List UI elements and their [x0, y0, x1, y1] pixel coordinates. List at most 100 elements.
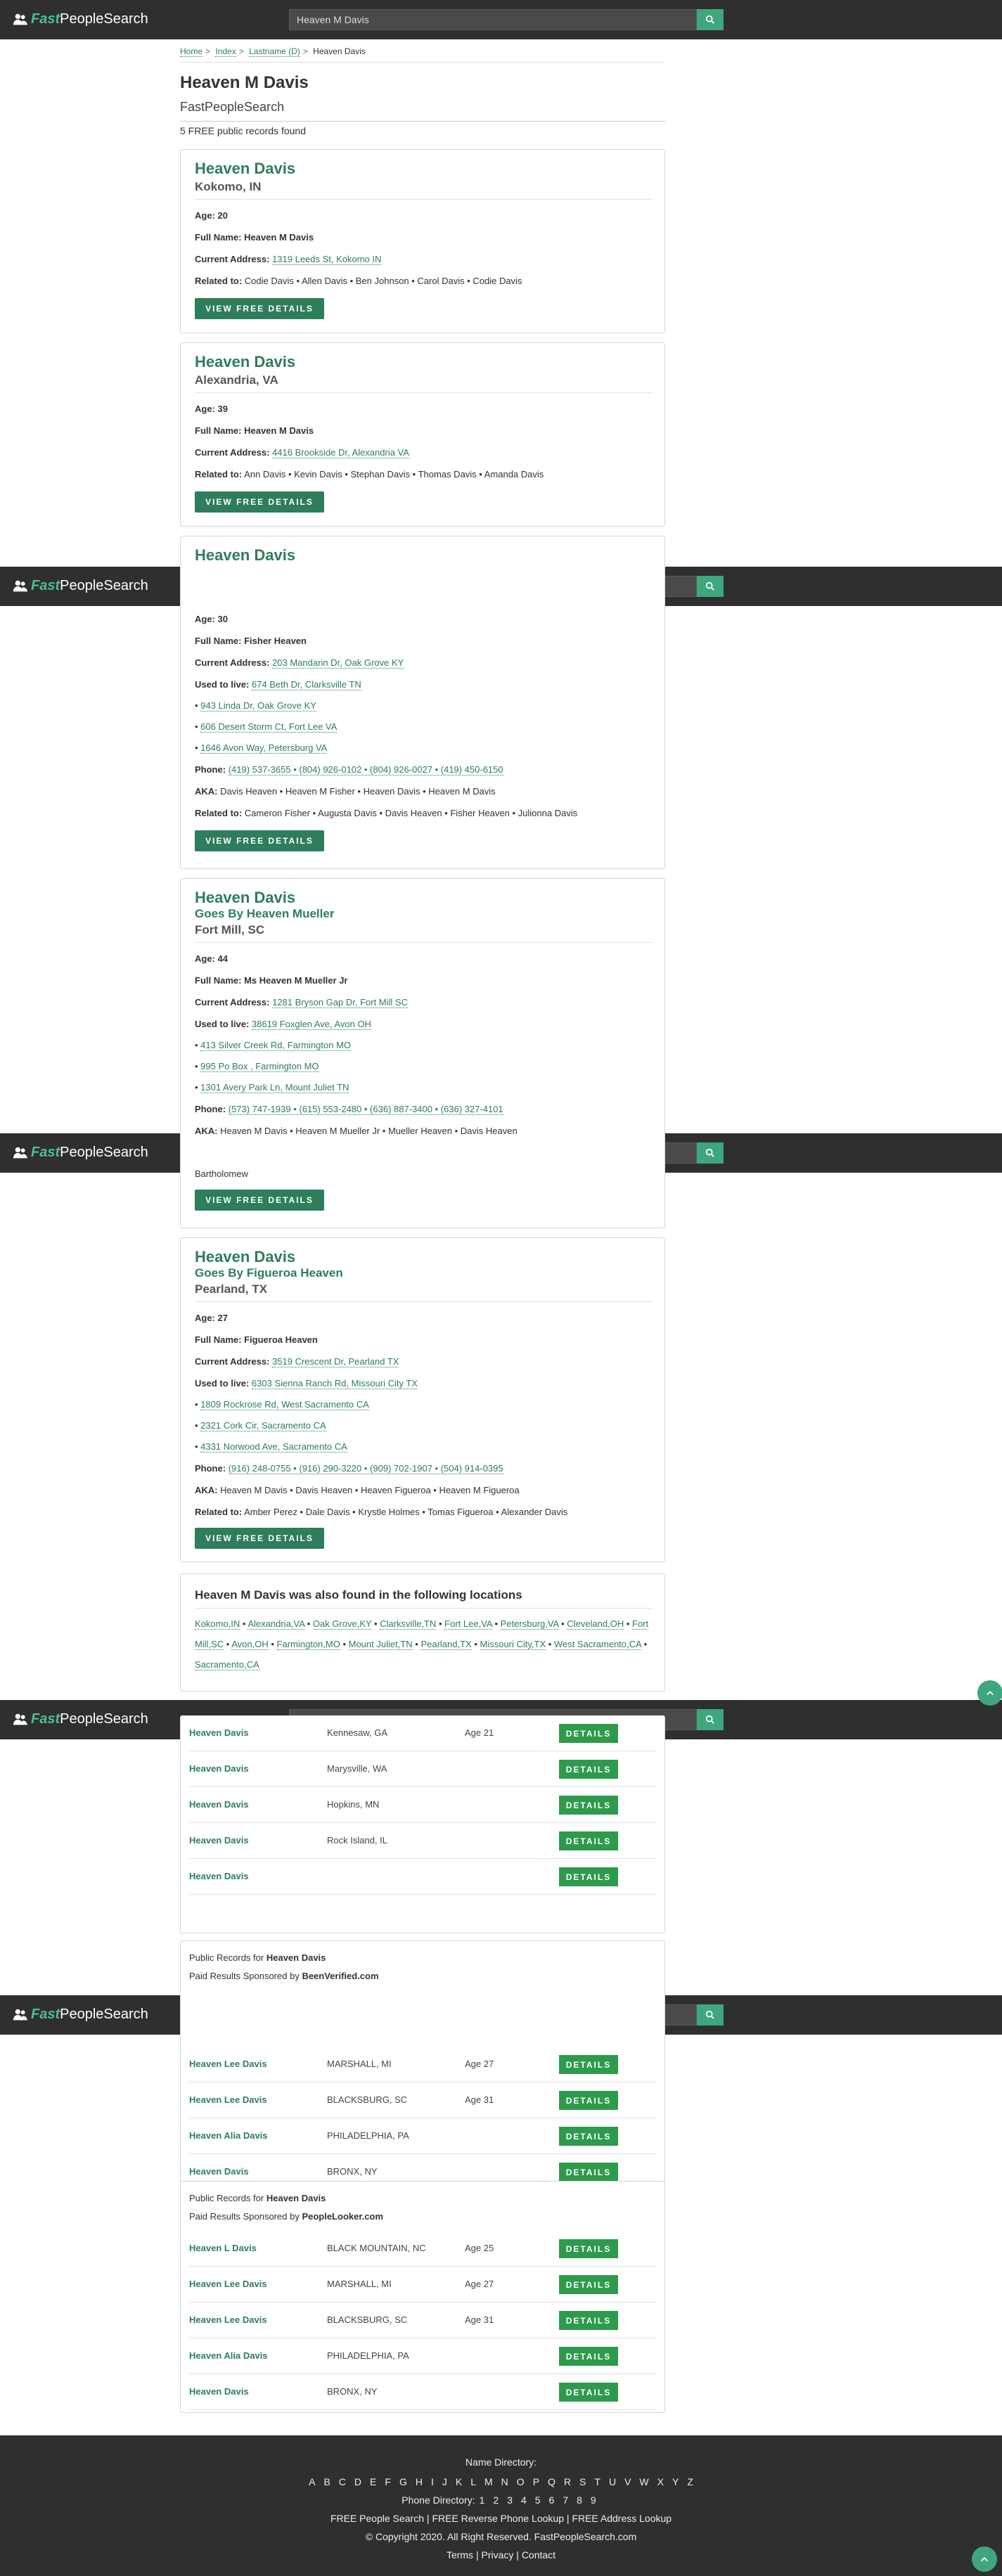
result-name-link[interactable]: Heaven L Davis	[189, 2243, 257, 2253]
details-button[interactable]: DETAILS	[559, 2347, 618, 2366]
address-link[interactable]: 995 Po Box , Farmington MO	[200, 1061, 319, 1072]
result-name-link[interactable]: Heaven Lee Davis	[189, 2279, 267, 2289]
letter-link[interactable]: I	[431, 2476, 434, 2487]
footer-link[interactable]: Contact	[522, 2549, 555, 2561]
letter-link[interactable]: G	[399, 2476, 407, 2487]
address-link[interactable]: 943 Linda Dr, Oak Grove KY	[200, 700, 316, 711]
letter-link[interactable]: V	[624, 2476, 631, 2487]
view-free-details-button[interactable]: VIEW FREE DETAILS	[195, 830, 324, 851]
address-link[interactable]: 4331 Norwood Ave, Sacramento CA	[200, 1441, 347, 1453]
location-link[interactable]: Cleveland,OH	[567, 1618, 624, 1630]
letter-link[interactable]: E	[370, 2476, 376, 2487]
details-button[interactable]: DETAILS	[559, 1867, 618, 1886]
letter-link[interactable]: Q	[548, 2476, 555, 2487]
view-free-details-button[interactable]: VIEW FREE DETAILS	[195, 1190, 324, 1211]
digit-link[interactable]: 8	[577, 2494, 582, 2506]
footer-link[interactable]: FREE Reverse Phone Lookup	[432, 2513, 564, 2524]
letter-link[interactable]: Z	[687, 2476, 693, 2487]
address-link[interactable]: 2321 Cork Cir, Sacramento CA	[200, 1420, 326, 1431]
letter-link[interactable]: F	[385, 2476, 391, 2487]
address-link[interactable]: 674 Beth Dr, Clarksville TN	[251, 679, 361, 690]
site-logo[interactable]: Fast PeopleSearch	[13, 1145, 148, 1161]
address-link[interactable]: 1809 Rockrose Rd, West Sacramento CA	[200, 1399, 369, 1410]
record-name[interactable]: Heaven Davis	[195, 1248, 295, 1266]
location-link[interactable]: Farmington,MO	[276, 1639, 340, 1650]
result-name-link[interactable]: Heaven Davis	[189, 1835, 249, 1846]
footer-link[interactable]: Terms	[447, 2549, 473, 2561]
digit-link[interactable]: 4	[521, 2494, 527, 2506]
view-free-details-button[interactable]: VIEW FREE DETAILS	[195, 491, 324, 513]
view-free-details-button[interactable]: VIEW FREE DETAILS	[195, 298, 324, 319]
result-name-link[interactable]: Heaven Davis	[189, 1871, 249, 1881]
record-name[interactable]: Heaven Davis	[195, 889, 295, 907]
details-button[interactable]: DETAILS	[559, 2239, 618, 2258]
search-button[interactable]	[697, 2004, 724, 2026]
details-button[interactable]: DETAILS	[559, 2127, 618, 2146]
site-logo[interactable]: Fast PeopleSearch	[13, 11, 148, 27]
letter-link[interactable]: A	[309, 2476, 315, 2487]
digit-link[interactable]: 9	[591, 2494, 596, 2506]
record-name[interactable]: Heaven Davis	[195, 546, 295, 565]
location-link[interactable]: Missouri City,TX	[480, 1639, 546, 1650]
details-button[interactable]: DETAILS	[559, 2091, 618, 2110]
search-button[interactable]	[697, 9, 724, 30]
search-button[interactable]	[697, 1709, 724, 1730]
details-button[interactable]: DETAILS	[559, 1796, 618, 1815]
address-link[interactable]: 1319 Leeds St, Kokomo IN	[272, 254, 382, 265]
address-link[interactable]: 6303 Sienna Ranch Rd, Missouri City TX	[251, 1378, 418, 1389]
letter-link[interactable]: N	[501, 2476, 508, 2487]
location-link[interactable]: Mount Juliet,TN	[348, 1639, 413, 1650]
location-link[interactable]: Petersburg,VA	[500, 1618, 559, 1630]
letter-link[interactable]: Y	[672, 2476, 679, 2487]
result-name-link[interactable]: Heaven Davis	[189, 1763, 249, 1774]
address-link[interactable]: 1646 Avon Way, Petersburg VA	[200, 742, 328, 754]
scroll-to-top-button[interactable]	[977, 1680, 1002, 1706]
letter-link[interactable]: S	[579, 2476, 586, 2487]
view-free-details-button[interactable]: VIEW FREE DETAILS	[195, 1528, 324, 1549]
location-link[interactable]: West Sacramento,CA	[553, 1639, 641, 1650]
digit-link[interactable]: 7	[563, 2494, 568, 2506]
letter-link[interactable]: X	[657, 2476, 664, 2487]
phone-links[interactable]: (916) 248-0755 • (916) 290-3220 • (909) …	[228, 1463, 503, 1474]
result-name-link[interactable]: Heaven Lee Davis	[189, 2059, 267, 2069]
result-name-link[interactable]: Heaven Davis	[189, 1799, 249, 1810]
letter-link[interactable]: H	[416, 2476, 423, 2487]
site-logo[interactable]: Fast PeopleSearch	[13, 578, 148, 594]
letter-link[interactable]: U	[609, 2476, 616, 2487]
details-button[interactable]: DETAILS	[559, 2163, 618, 2182]
letter-link[interactable]: W	[639, 2476, 648, 2487]
location-link[interactable]: Alexandria,VA	[248, 1618, 305, 1630]
search-input[interactable]: Heaven M Davis	[289, 9, 697, 30]
location-link[interactable]: Clarksville,TN	[380, 1618, 437, 1630]
result-name-link[interactable]: Heaven Davis	[189, 2166, 249, 2177]
location-link[interactable]: Oak Grove,KY	[312, 1618, 372, 1630]
details-button[interactable]: DETAILS	[559, 2311, 618, 2330]
details-button[interactable]: DETAILS	[559, 2383, 618, 2402]
digit-link[interactable]: 6	[549, 2494, 555, 2506]
search-button[interactable]	[697, 1142, 724, 1164]
address-link[interactable]: 1301 Avery Park Ln, Mount Juliet TN	[200, 1082, 349, 1093]
result-name-link[interactable]: Heaven Lee Davis	[189, 2094, 267, 2105]
record-name[interactable]: Heaven Davis	[195, 353, 295, 371]
breadcrumb-home[interactable]: Home	[180, 46, 203, 57]
breadcrumb-lastname[interactable]: Lastname (D)	[249, 46, 300, 57]
site-logo[interactable]: Fast PeopleSearch	[13, 1711, 148, 1727]
site-logo[interactable]: Fast PeopleSearch	[13, 2007, 148, 2023]
breadcrumb-index[interactable]: Index	[215, 46, 236, 57]
details-button[interactable]: DETAILS	[559, 2055, 618, 2074]
letter-link[interactable]: J	[442, 2476, 447, 2487]
location-link[interactable]: Sacramento,CA	[195, 1659, 259, 1670]
digit-link[interactable]: 3	[507, 2494, 513, 2506]
location-link[interactable]: Fort Lee,VA	[444, 1618, 492, 1630]
result-name-link[interactable]: Heaven Alia Davis	[189, 2350, 268, 2361]
address-link[interactable]: 3519 Crescent Dr, Pearland TX	[272, 1356, 399, 1367]
letter-link[interactable]: R	[564, 2476, 571, 2487]
letter-link[interactable]: P	[533, 2476, 539, 2487]
location-link[interactable]: Avon,OH	[231, 1639, 269, 1650]
address-link[interactable]: 38619 Foxglen Ave, Avon OH	[251, 1019, 372, 1030]
letter-link[interactable]: C	[339, 2476, 346, 2487]
search-button[interactable]	[697, 576, 724, 597]
letter-link[interactable]: T	[594, 2476, 600, 2487]
letter-link[interactable]: K	[456, 2476, 462, 2487]
digit-link[interactable]: 1	[480, 2494, 485, 2506]
